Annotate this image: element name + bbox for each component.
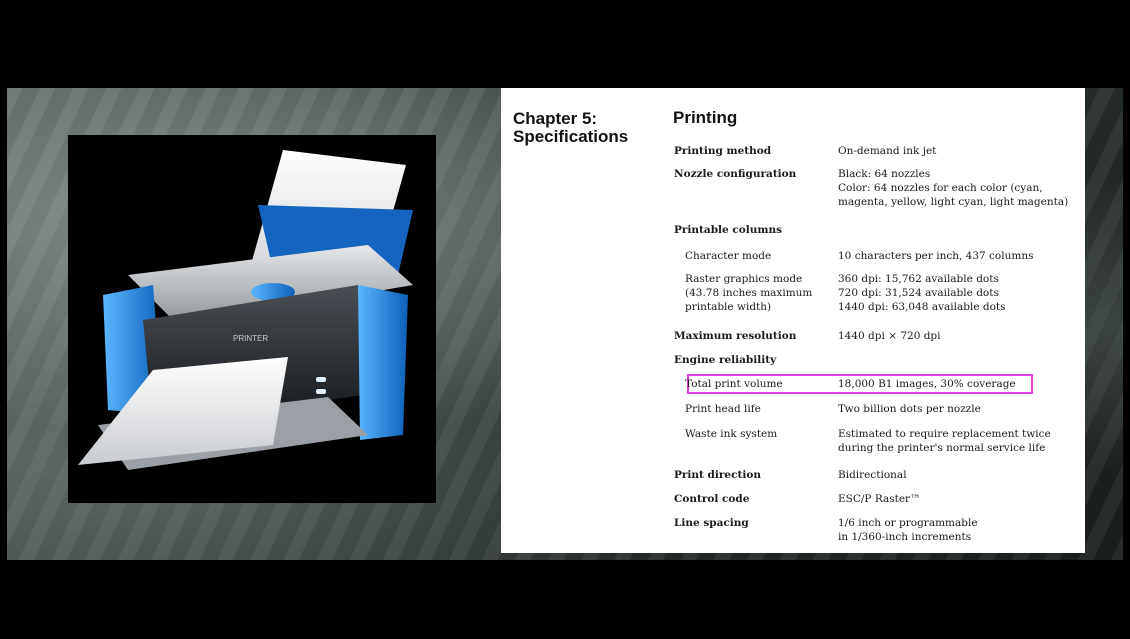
- spec-value: Estimated to require replacement twice d…: [838, 428, 1051, 454]
- spec-value: Bidirectional: [838, 469, 907, 481]
- spec-label: Printing method: [674, 145, 772, 157]
- spec-value: 18,000 B1 images, 30% coverage: [838, 378, 1016, 390]
- spec-value: 360 dpi: 15,762 available dots 720 dpi: …: [838, 273, 1006, 313]
- spec-label: Total print volume: [685, 378, 783, 390]
- spec-label: Printable columns: [674, 224, 783, 236]
- spec-label: Raster graphics mode (43.78 inches maxim…: [685, 273, 813, 313]
- spec-value: On-demand ink jet: [838, 145, 937, 157]
- spec-value: Two billion dots per nozzle: [838, 403, 981, 415]
- spec-value: 10 characters per inch, 437 columns: [838, 250, 1034, 262]
- spec-label: Maximum resolution: [674, 330, 797, 342]
- spec-label: Nozzle configuration: [674, 168, 797, 180]
- spec-label: Waste ink system: [685, 428, 778, 440]
- spec-value: 1/6 inch or programmable in 1/360-inch i…: [838, 517, 978, 543]
- spec-label: Print direction: [674, 469, 761, 481]
- printer-illustration: PRINTER: [68, 135, 436, 503]
- section-title: Printing: [673, 108, 738, 127]
- spec-label: Control code: [674, 493, 750, 505]
- spec-value: Black: 64 nozzles Color: 64 nozzles for …: [838, 168, 1069, 208]
- chapter-heading: Chapter 5: Specifications: [513, 109, 629, 146]
- spec-label: Line spacing: [674, 517, 749, 529]
- printer-label: PRINTER: [233, 334, 268, 343]
- spec-label: Engine reliability: [674, 354, 777, 366]
- spec-label: Character mode: [685, 250, 772, 262]
- spec-value: 1440 dpi × 720 dpi: [838, 330, 941, 342]
- spec-page: Chapter 5: Specifications Printing Print…: [501, 88, 1085, 553]
- spec-label: Print head life: [685, 403, 761, 415]
- spec-value: ESC/P Raster™: [838, 493, 921, 505]
